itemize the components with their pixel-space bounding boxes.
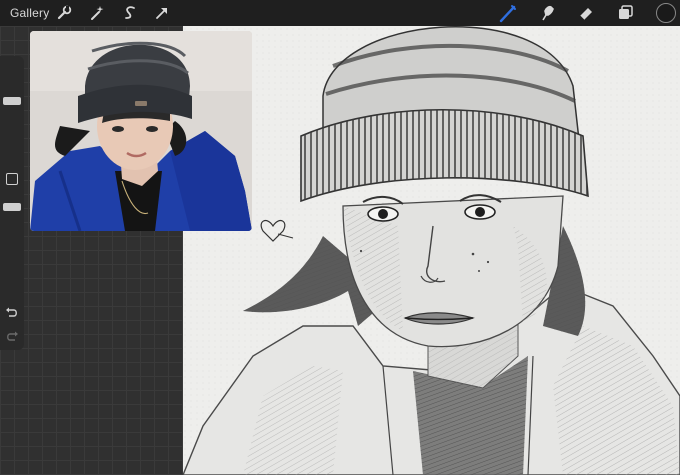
transform-arrow-icon[interactable]: [152, 3, 172, 23]
selection-icon[interactable]: [120, 3, 140, 23]
undo-icon[interactable]: [5, 307, 19, 319]
drawing-canvas[interactable]: [183, 26, 680, 475]
brush-icon[interactable]: [498, 3, 518, 23]
color-swatch[interactable]: [656, 3, 676, 23]
eraser-icon[interactable]: [576, 3, 596, 23]
modify-button[interactable]: [6, 173, 18, 185]
sidebar: [0, 56, 24, 350]
opacity-slider[interactable]: [3, 203, 21, 211]
layers-icon[interactable]: [616, 3, 636, 23]
brush-size-slider[interactable]: [3, 97, 21, 105]
wrench-icon[interactable]: [54, 3, 74, 23]
reference-photo[interactable]: [30, 31, 252, 231]
redo-icon[interactable]: [5, 331, 19, 343]
reference-photo-image: [30, 31, 252, 231]
magic-wand-icon[interactable]: [87, 3, 107, 23]
gallery-button[interactable]: Gallery: [10, 6, 49, 20]
top-toolbar: Gallery: [0, 0, 680, 26]
pencil-sketch-portrait: [183, 26, 680, 475]
smudge-icon[interactable]: [537, 3, 557, 23]
